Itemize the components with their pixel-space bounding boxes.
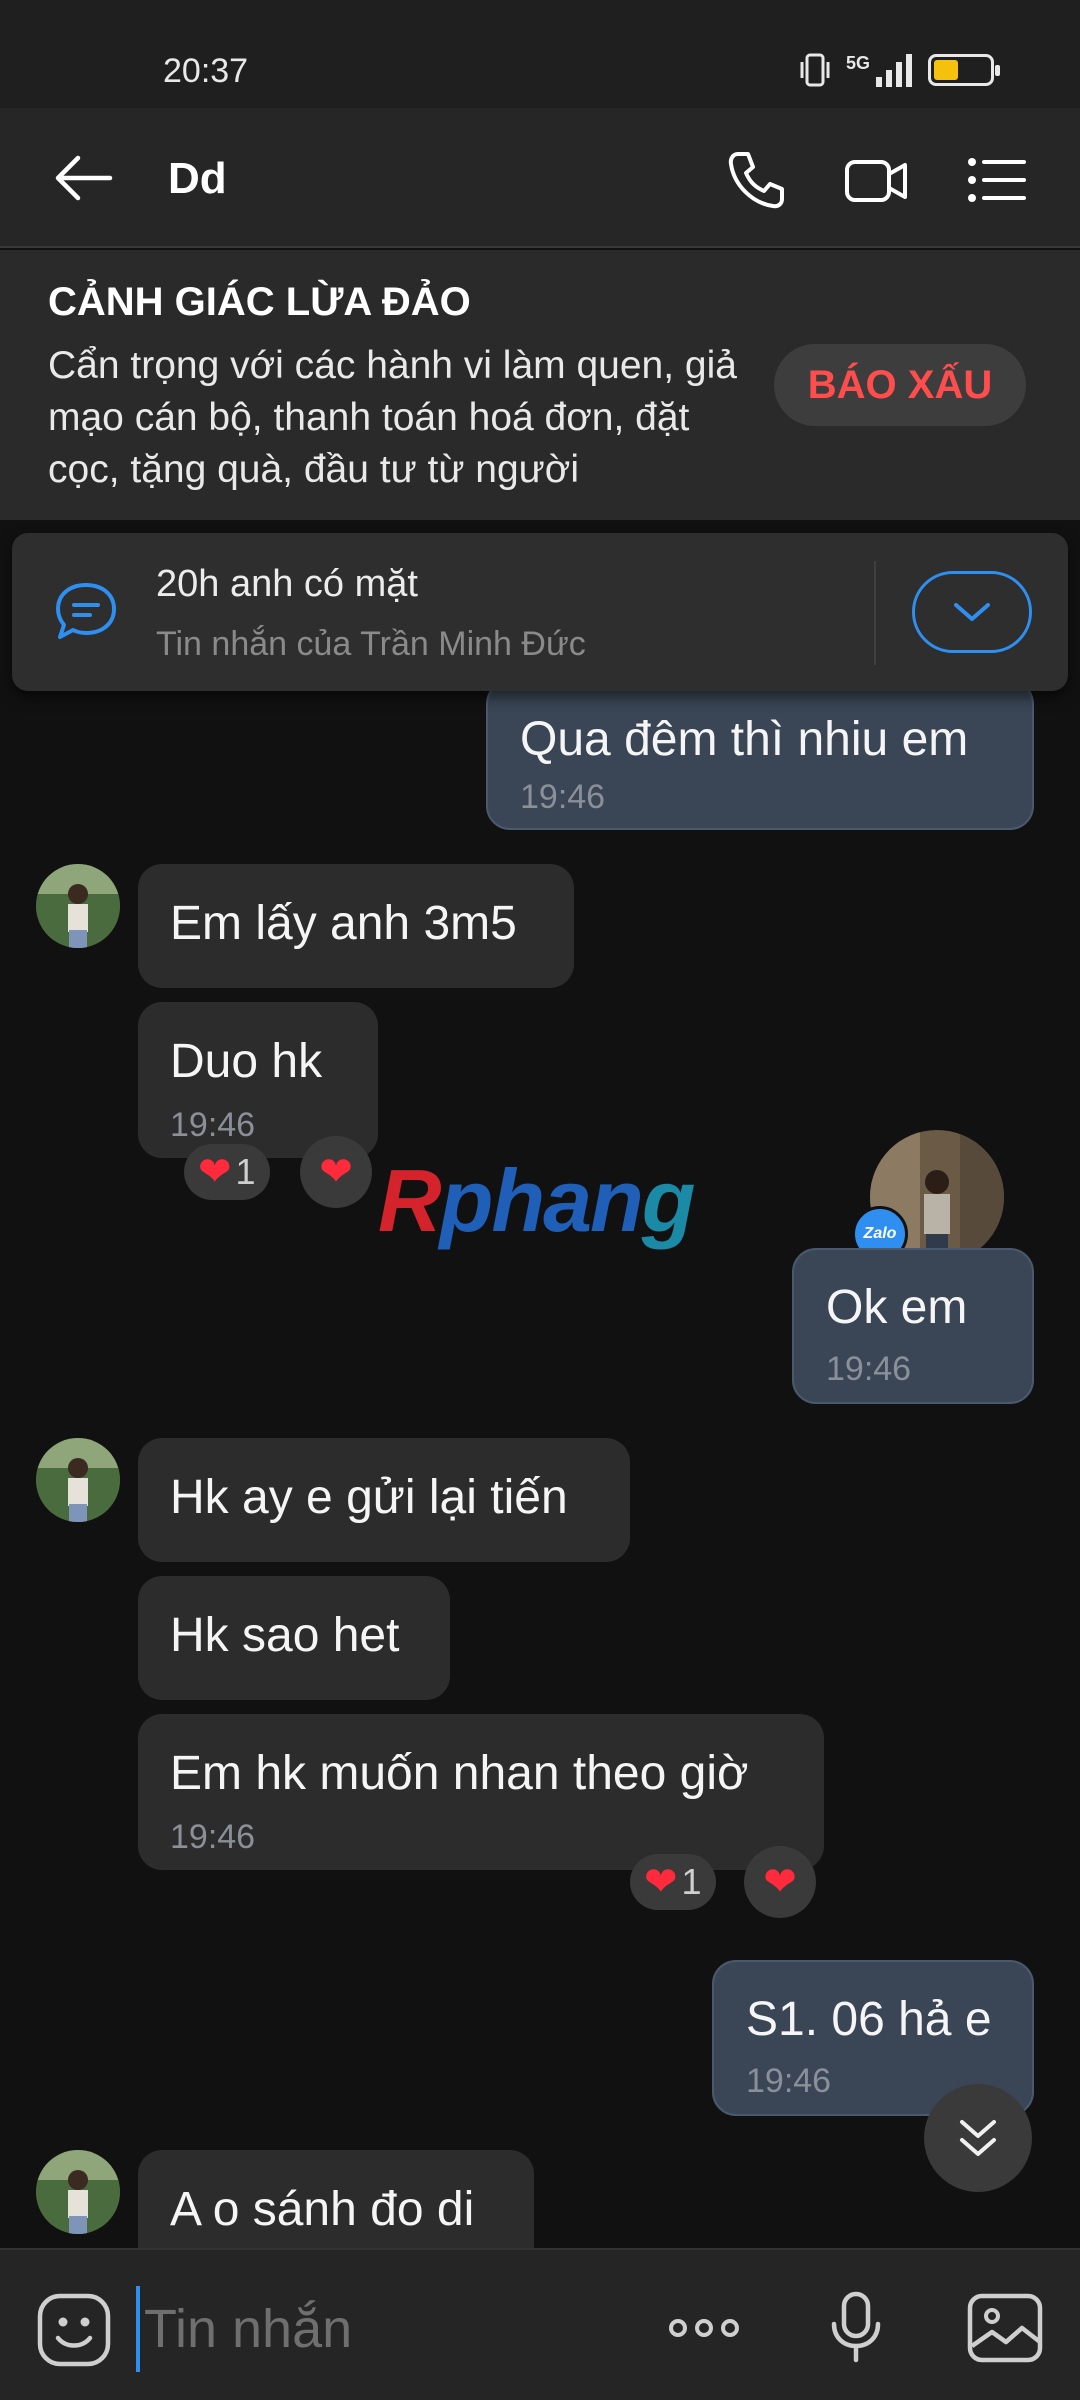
phone-icon xyxy=(728,152,784,209)
report-button[interactable]: BÁO XẤU xyxy=(774,344,1026,426)
message-time: 19:46 xyxy=(170,1818,256,1856)
voice-button[interactable] xyxy=(816,2290,896,2366)
status-time: 20:37 xyxy=(163,52,249,90)
chat-header: Dd xyxy=(0,108,1080,248)
avatar[interactable] xyxy=(36,1438,120,1522)
status-icons: 5G xyxy=(798,52,1000,88)
message-time: 19:46 xyxy=(746,2062,832,2100)
more-options-button[interactable] xyxy=(664,2290,744,2366)
reaction-count: 1 xyxy=(235,1151,256,1192)
battery-icon xyxy=(928,54,1000,86)
avatar[interactable] xyxy=(36,2150,120,2234)
message-bubble-incoming[interactable]: Em lấy anh 3m5 xyxy=(138,864,574,988)
divider xyxy=(874,561,876,665)
message-text: S1. 06 hả e xyxy=(746,1993,992,2046)
scroll-to-bottom-button[interactable] xyxy=(924,2084,1032,2192)
video-icon xyxy=(845,160,907,202)
message-text: Qua đêm thì nhiu em xyxy=(520,713,969,766)
message-text: Ok em xyxy=(826,1281,968,1334)
chat-title[interactable]: Dd xyxy=(168,154,227,204)
microphone-icon xyxy=(831,2291,881,2363)
message-text: A o sánh đo di xyxy=(170,2183,475,2236)
message-time: 19:46 xyxy=(170,1106,256,1144)
message-time: 19:46 xyxy=(826,1350,912,1388)
back-arrow-icon xyxy=(55,155,113,201)
network-label: 5G xyxy=(845,52,870,73)
options-button[interactable] xyxy=(964,148,1028,212)
chevron-down-icon xyxy=(954,603,990,621)
avatar[interactable] xyxy=(36,864,120,948)
status-bar: 20:37 5G xyxy=(0,0,1080,108)
pinned-message[interactable]: 20h anh có mặt Tin nhắn của Trần Minh Đứ… xyxy=(12,533,1068,691)
more-icon xyxy=(669,2319,739,2337)
back-button[interactable] xyxy=(52,150,116,206)
warning-text: Cẩn trọng với các hành vi làm quen, giả … xyxy=(48,344,737,491)
heart-icon: ❤ xyxy=(763,1860,797,1904)
gallery-button[interactable] xyxy=(966,2290,1046,2366)
message-text: Hk sao het xyxy=(170,1609,400,1662)
expand-pinned-button[interactable] xyxy=(912,571,1032,653)
message-bubble-outgoing[interactable]: Qua đêm thì nhiu em 19:46 xyxy=(486,680,1034,830)
message-text: Hk ay e gửi lại tiến xyxy=(170,1471,568,1524)
chat-bubble-icon xyxy=(56,583,116,639)
image-icon xyxy=(967,2293,1043,2363)
message-text: Duo hk xyxy=(170,1035,323,1088)
react-button[interactable]: ❤ xyxy=(744,1846,816,1918)
menu-icon xyxy=(968,158,1026,202)
reaction-summary[interactable]: ❤ 1 xyxy=(630,1854,716,1910)
reaction-summary[interactable]: ❤ 1 xyxy=(184,1144,270,1200)
warning-title: CẢNH GIÁC LỪA ĐẢO xyxy=(48,280,471,324)
avatar-photo xyxy=(36,2150,120,2234)
vibrate-icon xyxy=(800,53,830,87)
avatar-photo xyxy=(36,864,120,948)
message-bubble-outgoing[interactable]: Ok em 19:46 xyxy=(792,1248,1034,1404)
battery-level xyxy=(934,60,958,80)
double-chevron-down-icon xyxy=(960,2120,996,2156)
heart-icon: ❤ xyxy=(319,1150,353,1194)
react-button[interactable]: ❤ xyxy=(300,1136,372,1208)
heart-icon: ❤ xyxy=(198,1150,232,1194)
message-bubble-incoming[interactable]: Hk sao het xyxy=(138,1576,450,1700)
message-text: Em lấy anh 3m5 xyxy=(170,897,517,950)
emoji-icon xyxy=(37,2293,111,2367)
emoji-button[interactable] xyxy=(36,2292,112,2368)
call-button[interactable] xyxy=(724,148,788,212)
video-call-button[interactable] xyxy=(844,148,908,212)
heart-icon: ❤ xyxy=(644,1860,678,1904)
scam-warning-banner: CẢNH GIÁC LỪA ĐẢO Cẩn trọng với các hành… xyxy=(0,250,1080,520)
avatar-photo xyxy=(36,1438,120,1522)
message-input[interactable] xyxy=(136,2286,636,2372)
watermark-logo: Rphang xyxy=(378,1151,696,1250)
message-composer xyxy=(0,2248,1080,2400)
pinned-subtitle: Tin nhắn của Trần Minh Đức xyxy=(156,625,586,663)
signal-icon xyxy=(876,54,912,87)
pinned-title: 20h anh có mặt xyxy=(156,563,418,605)
message-time: 19:46 xyxy=(520,778,606,816)
message-bubble-incoming[interactable]: Em hk muốn nhan theo giờ 19:46 xyxy=(138,1714,824,1870)
message-bubble-incoming[interactable]: Duo hk 19:46 xyxy=(138,1002,378,1158)
message-bubble-incoming[interactable]: Hk ay e gửi lại tiến xyxy=(138,1438,630,1562)
reaction-count: 1 xyxy=(681,1861,702,1902)
message-text: Em hk muốn nhan theo giờ xyxy=(170,1747,749,1800)
